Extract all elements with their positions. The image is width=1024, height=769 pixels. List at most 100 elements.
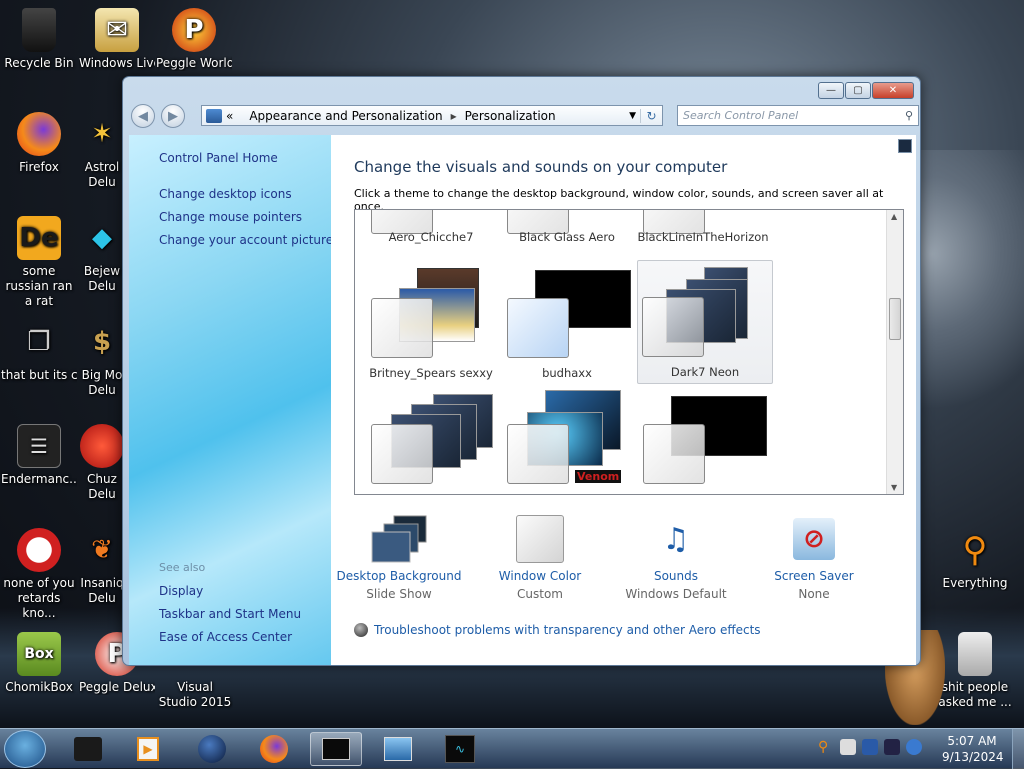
desktop-icon-astrol[interactable]: ✶ Astrol Delu (79, 112, 125, 190)
desktop-icon-none-of-you[interactable]: none of you retards kno... (1, 528, 77, 621)
personalization-icon (322, 738, 350, 760)
theme-row3-item1[interactable] (363, 390, 499, 494)
taskbar-task-manager[interactable]: ∿ (434, 732, 486, 766)
theme-thumbnail (371, 424, 433, 484)
desktop-icon-firefox[interactable]: Firefox (1, 112, 77, 175)
media-player-icon: ▶ (137, 737, 159, 761)
desktop-background-icon (370, 513, 428, 565)
minimize-button[interactable]: — (818, 82, 844, 99)
change-mouse-pointers-link[interactable]: Change mouse pointers (159, 210, 302, 224)
tray-icon-3[interactable] (862, 739, 878, 755)
display-link[interactable]: Display (159, 584, 203, 598)
search-icon[interactable]: ⚲ (905, 109, 913, 122)
taskbar-globe-app[interactable] (186, 732, 238, 766)
theme-label: Aero_Chicche7 (388, 230, 474, 244)
back-button[interactable]: ◀ (131, 104, 155, 128)
theme-budhaxx[interactable]: budhaxx (499, 260, 635, 384)
help-icon[interactable] (898, 139, 912, 153)
change-desktop-icons-link[interactable]: Change desktop icons (159, 187, 292, 201)
theme-britney-spears[interactable]: Britney_Spears sexxy (363, 260, 499, 384)
theme-dark7-neon[interactable]: Dark7 Neon (637, 260, 773, 384)
desktop-icon-insaniquarium[interactable]: ❦ Insaniq Delu (79, 528, 125, 606)
scroll-down-arrow[interactable]: ▼ (891, 483, 897, 492)
hamster-icon: Box (17, 632, 61, 676)
option-name: Window Color (498, 569, 582, 583)
show-desktop-button[interactable] (1012, 729, 1024, 769)
address-dropdown-icon[interactable]: ▼ (625, 111, 640, 121)
taskbar-control-panel[interactable] (310, 732, 362, 766)
window-color-option[interactable]: Window Color Custom (475, 513, 605, 601)
clock[interactable]: 5:07 AM 9/13/2024 (942, 733, 1004, 765)
desktop-icon-windows-live-mail[interactable]: ✉ Windows Live Ma (79, 8, 155, 71)
scrollbar-thumb[interactable] (889, 298, 901, 340)
desktop-icon-label: Recycle Bin (4, 56, 74, 70)
taskbar-start-menu-link[interactable]: Taskbar and Start Menu (159, 607, 301, 621)
address-bar[interactable]: « Appearance and Personalization ▸ Perso… (201, 105, 663, 126)
maximize-button[interactable]: ▢ (845, 82, 871, 99)
taskbar-firefox[interactable] (248, 732, 300, 766)
theme-thumbnail (643, 424, 705, 484)
desktop-icon-recycle-bin[interactable]: Recycle Bin (1, 8, 77, 71)
breadcrumb-appearance[interactable]: Appearance and Personalization (249, 109, 442, 123)
desktop-icon-big-money[interactable]: $ Big Mo Delu (79, 320, 125, 398)
theme-blacklineinthehorizon[interactable]: BlackLineInTheHorizon (635, 210, 771, 248)
desktop-icon-label: Bejew Delu (83, 264, 121, 293)
scroll-up-arrow[interactable]: ▲ (891, 212, 897, 221)
clock-date: 9/13/2024 (942, 750, 1004, 764)
gem-icon: ◆ (92, 222, 112, 253)
taskbar-media-player[interactable]: ▶ (122, 732, 174, 766)
desktop-icon-label: Visual Studio 2015 (158, 680, 232, 709)
taskbar-app-6[interactable] (372, 732, 424, 766)
refresh-icon[interactable]: ↻ (640, 108, 662, 123)
desktop-icon-that-but-its-csharp[interactable]: ❐ that but its c# (1, 320, 77, 383)
theme-black-glass-aero[interactable]: Black Glass Aero (499, 210, 635, 248)
peggle-icon: P (172, 8, 216, 52)
option-value: Custom (517, 587, 563, 601)
theme-row3-item3[interactable] (635, 390, 771, 494)
theme-label: Black Glass Aero (519, 230, 615, 244)
theme-options: Desktop Background Slide Show Window Col… (337, 513, 904, 613)
breadcrumb-separator[interactable]: ▸ (451, 109, 457, 123)
desktop-background-option[interactable]: Desktop Background Slide Show (334, 513, 464, 601)
troubleshoot-link[interactable]: Troubleshoot problems with transparency … (354, 623, 761, 637)
desktop-icon-label: Chuz Delu (87, 472, 117, 501)
forward-button[interactable]: ▶ (161, 104, 185, 128)
desktop-icon-bejeweled[interactable]: ◆ Bejew Delu (79, 216, 125, 294)
theme-aero-chicche7[interactable]: Aero_Chicche7 (363, 210, 499, 248)
theme-row3-item2[interactable]: Venom (499, 390, 635, 494)
close-button[interactable]: ✕ (872, 82, 914, 99)
control-panel-home-link[interactable]: Control Panel Home (159, 151, 278, 165)
desktop-icon-shit-people[interactable]: shit people asked me ... (937, 632, 1013, 710)
gallery-scrollbar[interactable]: ▲ ▼ (886, 210, 903, 494)
desktop-icon-label: that but its c# (1, 368, 77, 382)
volume-icon[interactable] (906, 739, 922, 755)
network-icon[interactable] (884, 739, 900, 755)
venom-overlay-text: Venom (575, 470, 622, 483)
ease-of-access-link[interactable]: Ease of Access Center (159, 630, 292, 644)
desktop-icon-label: Endermanc... (1, 472, 77, 486)
desktop-icon-label: Insaniq Delu (80, 576, 124, 605)
screen-saver-option[interactable]: ⊘ Screen Saver None (749, 513, 879, 601)
window-color-icon (511, 513, 569, 565)
search-tray-icon[interactable]: ⚲ (818, 739, 834, 755)
money-icon: $ (92, 326, 112, 357)
desktop-icon-label: Big Mo Delu (81, 368, 123, 397)
taskbar-app-1[interactable] (62, 732, 114, 766)
theme-gallery[interactable]: Aero_Chicche7 Black Glass Aero BlackLine… (354, 209, 904, 495)
astro-icon: ✶ (91, 118, 113, 149)
desktop-icon-chuzzle[interactable]: Chuz Delu (79, 424, 125, 502)
desktop-icon-peggle-world[interactable]: P Peggle World (156, 8, 232, 71)
start-button[interactable] (4, 730, 46, 768)
tray-icon-2[interactable] (840, 739, 856, 755)
theme-label: BlackLineInTheHorizon (637, 230, 769, 244)
change-account-picture-link[interactable]: Change your account picture (159, 233, 333, 247)
desktop-icon-everything[interactable]: ⚲ Everything (937, 528, 1013, 591)
search-input[interactable]: Search Control Panel ⚲ (677, 105, 919, 126)
desktop-icon-some-russian[interactable]: De some russian ran a rat (1, 216, 77, 309)
theme-label: Britney_Spears sexxy (369, 366, 493, 380)
breadcrumb-personalization[interactable]: Personalization (465, 109, 556, 123)
desktop-icon-chomikbox[interactable]: Box ChomikBox (1, 632, 77, 695)
desktop-icon-endermanch[interactable]: ☰ Endermanc... (1, 424, 77, 487)
breadcrumb-overflow[interactable]: « (226, 109, 233, 123)
sounds-option[interactable]: ♫ Sounds Windows Default (611, 513, 741, 602)
